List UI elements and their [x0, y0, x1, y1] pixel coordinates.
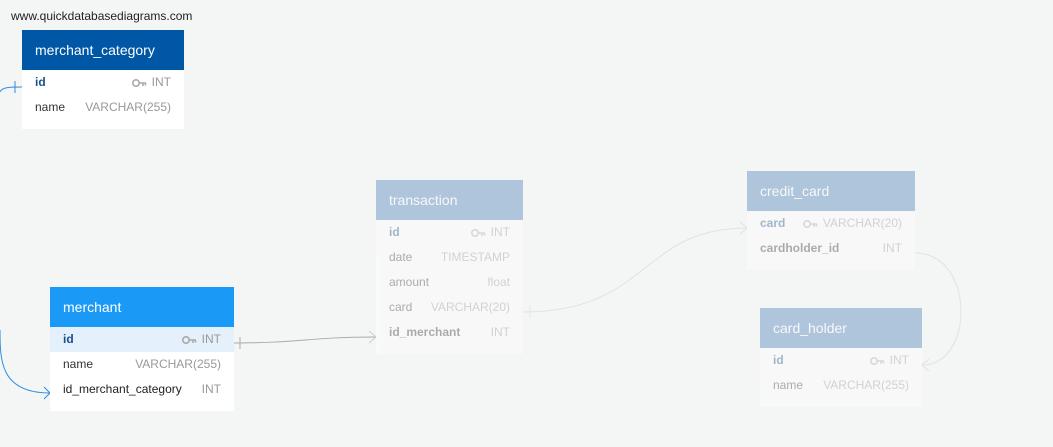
- field-row-date[interactable]: date TIMESTAMP: [376, 245, 523, 270]
- table-header[interactable]: merchant_category: [22, 30, 184, 70]
- link-category-id: [0, 86, 23, 93]
- link-merchant-category: [0, 329, 51, 394]
- field-row-id[interactable]: id INT: [760, 348, 922, 373]
- field-type: INT: [151, 75, 171, 89]
- field-name: amount: [389, 275, 430, 289]
- table-credit-card[interactable]: credit_card card VARCHAR(20) cardholder_…: [747, 171, 915, 270]
- field-row-name[interactable]: name VARCHAR(255): [50, 352, 234, 377]
- field-type: TIMESTAMP: [440, 250, 510, 264]
- field-name: name: [63, 357, 94, 371]
- field-type: float: [487, 275, 510, 289]
- field-row-card[interactable]: card VARCHAR(20): [376, 295, 523, 320]
- field-name: id: [389, 225, 400, 239]
- field-type: INT: [889, 353, 909, 367]
- field-name: card: [760, 216, 786, 230]
- link-transaction-card: [522, 227, 748, 313]
- key-icon: [131, 78, 147, 87]
- field-name: id_merchant_category: [63, 382, 182, 396]
- field-type: VARCHAR(255): [85, 100, 171, 114]
- field-row-id-merchant[interactable]: id_merchant INT: [376, 320, 523, 345]
- field-row-id[interactable]: id INT: [50, 327, 234, 352]
- field-name: name: [35, 100, 66, 114]
- field-row-name[interactable]: name VARCHAR(255): [22, 95, 184, 120]
- field-name: name: [773, 378, 804, 392]
- table-header[interactable]: credit_card: [747, 171, 915, 211]
- field-row-name[interactable]: name VARCHAR(255): [760, 373, 922, 398]
- table-merchant[interactable]: merchant id INT name VARCHAR(255) id_mer…: [50, 287, 234, 411]
- field-row-id[interactable]: id INT: [376, 220, 523, 245]
- field-name: id_merchant: [389, 325, 461, 339]
- field-type: INT: [882, 241, 902, 255]
- table-header[interactable]: transaction: [376, 180, 523, 220]
- field-name: id: [63, 332, 74, 346]
- field-type: VARCHAR(255): [823, 378, 909, 392]
- key-icon: [869, 356, 885, 365]
- key-icon: [802, 219, 818, 228]
- link-merchant-transaction: [233, 336, 377, 344]
- field-row-card[interactable]: card VARCHAR(20): [747, 211, 915, 236]
- field-type: INT: [490, 225, 510, 239]
- field-row-id[interactable]: id INT: [22, 70, 184, 95]
- field-type: VARCHAR(255): [135, 357, 221, 371]
- table-card-holder[interactable]: card_holder id INT name VARCHAR(255): [760, 308, 922, 407]
- field-name: id: [35, 75, 46, 89]
- field-row-cardholder-id[interactable]: cardholder_id INT: [747, 236, 915, 261]
- field-type: VARCHAR(20): [430, 300, 510, 314]
- table-transaction[interactable]: transaction id INT date TIMESTAMP amount…: [376, 180, 523, 354]
- field-name: cardholder_id: [760, 241, 840, 255]
- field-type: INT: [201, 382, 221, 396]
- field-type: INT: [201, 332, 221, 346]
- key-icon: [181, 335, 197, 344]
- field-type: VARCHAR(20): [822, 216, 902, 230]
- key-icon: [470, 228, 486, 237]
- field-row-id-merchant-category[interactable]: id_merchant_category INT: [50, 377, 234, 402]
- table-header[interactable]: merchant: [50, 287, 234, 327]
- field-name: id: [773, 353, 784, 367]
- field-name: date: [389, 250, 413, 264]
- table-header[interactable]: card_holder: [760, 308, 922, 348]
- field-row-amount[interactable]: amount float: [376, 270, 523, 295]
- table-merchant-category[interactable]: merchant_category id INT name VARCHAR(25…: [22, 30, 184, 129]
- field-name: card: [389, 300, 413, 314]
- field-type: INT: [490, 325, 510, 339]
